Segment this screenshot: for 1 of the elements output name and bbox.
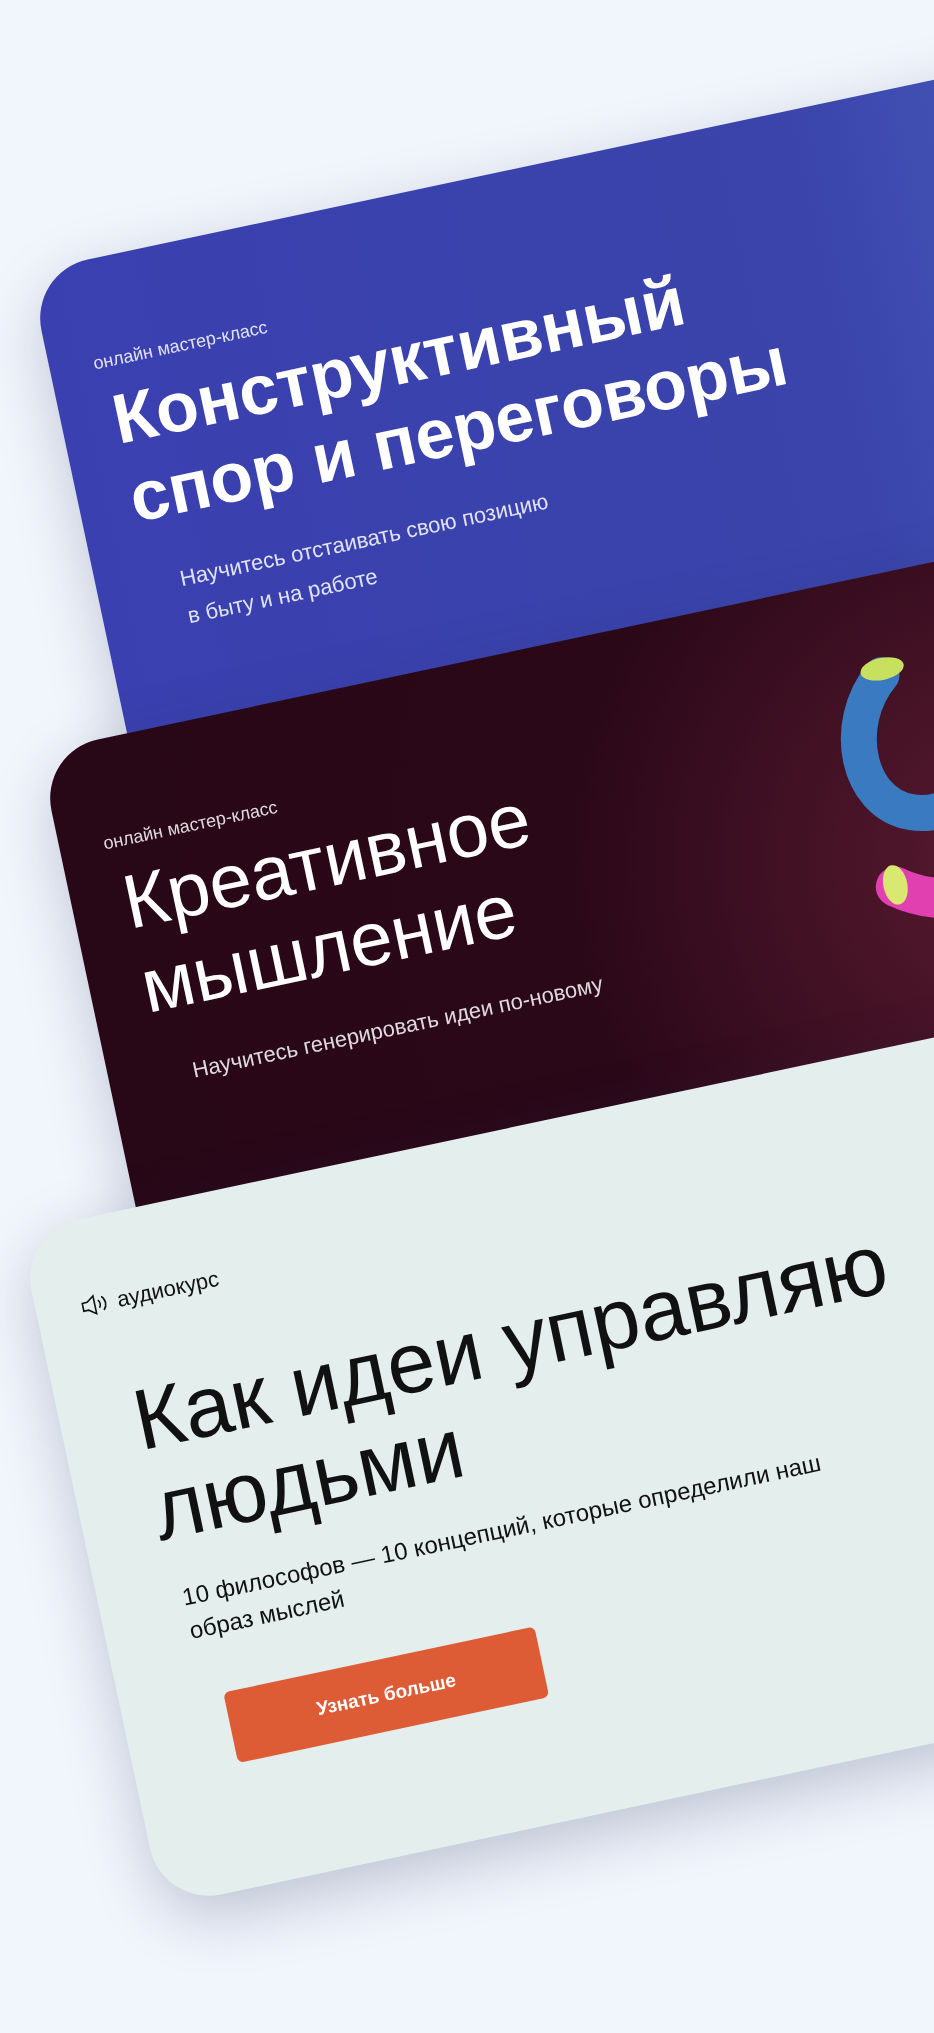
course-type: аудиокурс <box>113 1264 222 1314</box>
